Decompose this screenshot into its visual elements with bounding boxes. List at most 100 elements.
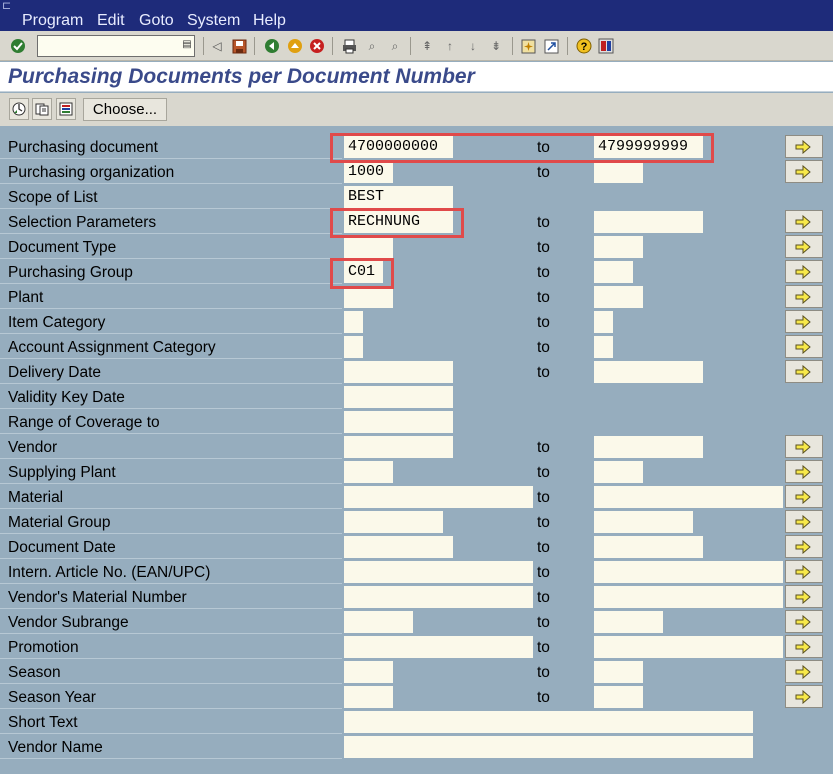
input-material-group-high[interactable]	[594, 511, 693, 533]
input-delivery-date-low[interactable]	[344, 361, 453, 383]
input-season-low[interactable]	[344, 661, 393, 683]
row-item-category: Item Category to	[0, 310, 833, 335]
multiple-selection-button-document-type[interactable]	[785, 235, 823, 258]
input-purchasing-organization-low[interactable]: 1000	[344, 161, 393, 183]
multiple-selection-button-item-category[interactable]	[785, 310, 823, 333]
shortcut-icon[interactable]	[542, 37, 560, 55]
menu-edit[interactable]: Edit	[97, 12, 125, 30]
multiple-selection-button-season-year[interactable]	[785, 685, 823, 708]
input-account-assignment-category-high[interactable]	[594, 336, 613, 358]
multiple-selection-button-material[interactable]	[785, 485, 823, 508]
to-label: to	[537, 339, 550, 356]
input-purchasing-document-low[interactable]: 4700000000	[344, 136, 453, 158]
multiple-selection-arrow-icon	[794, 264, 814, 279]
input-selection-parameters-low[interactable]: RECHNUNG	[344, 211, 453, 233]
choose-button[interactable]: Choose...	[83, 98, 167, 121]
input-material-group-low[interactable]	[344, 511, 443, 533]
input-plant-low[interactable]	[344, 286, 393, 308]
input-document-type-low[interactable]	[344, 236, 393, 258]
input-supplying-plant-high[interactable]	[594, 461, 643, 483]
help-icon[interactable]: ?	[575, 37, 593, 55]
input-purchasing-document-high[interactable]: 4799999999	[594, 136, 703, 158]
system-menu-icon[interactable]: ⊏	[2, 1, 16, 12]
multiple-selection-button-promotion[interactable]	[785, 635, 823, 658]
label-vendor: Vendor	[0, 437, 342, 459]
back-icon[interactable]	[263, 37, 281, 55]
input-season-year-low[interactable]	[344, 686, 393, 708]
input-document-date-high[interactable]	[594, 536, 703, 558]
cancel-icon[interactable]	[308, 37, 326, 55]
execute-icon[interactable]	[9, 98, 29, 120]
input-vendor-subrange-low[interactable]	[344, 611, 413, 633]
multiple-selection-button-account-assignment-category[interactable]	[785, 335, 823, 358]
input-document-date-low[interactable]	[344, 536, 453, 558]
input-intern-article-no-ean-upc-high[interactable]	[594, 561, 783, 583]
multiple-selection-button-season[interactable]	[785, 660, 823, 683]
input-material-high[interactable]	[594, 486, 783, 508]
input-document-type-high[interactable]	[594, 236, 643, 258]
input-material-low[interactable]	[344, 486, 533, 508]
input-season-high[interactable]	[594, 661, 643, 683]
command-history-icon[interactable]: ▤	[180, 35, 194, 55]
save-icon[interactable]	[230, 37, 248, 55]
input-plant-high[interactable]	[594, 286, 643, 308]
toolbar-separator	[332, 37, 333, 55]
create-session-icon[interactable]	[519, 37, 537, 55]
input-range-of-coverage-to-low[interactable]	[344, 411, 453, 433]
input-item-category-high[interactable]	[594, 311, 613, 333]
row-intern-article-no-ean-upc: Intern. Article No. (EAN/UPC) to	[0, 560, 833, 585]
multiple-selection-button-intern-article-no-ean-upc[interactable]	[785, 560, 823, 583]
input-delivery-date-high[interactable]	[594, 361, 703, 383]
input-purchasing-organization-high[interactable]	[594, 161, 643, 183]
multiple-selection-button-vendor-subrange[interactable]	[785, 610, 823, 633]
multiple-selection-button-document-date[interactable]	[785, 535, 823, 558]
input-short-text-low[interactable]	[344, 711, 753, 733]
input-season-year-high[interactable]	[594, 686, 643, 708]
input-account-assignment-category-low[interactable]	[344, 336, 363, 358]
layout-menu-icon[interactable]	[597, 37, 615, 55]
print-icon[interactable]	[340, 37, 358, 55]
input-validity-key-date-low[interactable]	[344, 386, 453, 408]
dynamic-selections-icon[interactable]	[56, 98, 76, 120]
input-promotion-high[interactable]	[594, 636, 783, 658]
to-label: to	[537, 514, 550, 531]
enter-icon[interactable]	[9, 37, 27, 55]
to-label: to	[537, 214, 550, 231]
command-field[interactable]	[37, 35, 195, 57]
menu-program[interactable]: Program	[22, 12, 83, 30]
label-purchasing-document: Purchasing document	[0, 137, 342, 159]
exit-icon[interactable]	[286, 37, 304, 55]
multiple-selection-button-vendor-s-material-number[interactable]	[785, 585, 823, 608]
multiple-selection-button-purchasing-group[interactable]	[785, 260, 823, 283]
get-variant-icon[interactable]	[32, 98, 52, 120]
multiple-selection-button-purchasing-organization[interactable]	[785, 160, 823, 183]
multiple-selection-button-delivery-date[interactable]	[785, 360, 823, 383]
multiple-selection-button-material-group[interactable]	[785, 510, 823, 533]
input-vendor-high[interactable]	[594, 436, 703, 458]
multiple-selection-button-purchasing-document[interactable]	[785, 135, 823, 158]
menu-system[interactable]: System	[187, 12, 240, 30]
row-season: Season to	[0, 660, 833, 685]
input-promotion-low[interactable]	[344, 636, 533, 658]
multiple-selection-button-selection-parameters[interactable]	[785, 210, 823, 233]
input-vendor-subrange-high[interactable]	[594, 611, 663, 633]
input-supplying-plant-low[interactable]	[344, 461, 393, 483]
input-vendor-name-low[interactable]	[344, 736, 753, 758]
input-vendor-s-material-number-low[interactable]	[344, 586, 533, 608]
multiple-selection-button-supplying-plant[interactable]	[785, 460, 823, 483]
menu-goto[interactable]: Goto	[139, 12, 174, 30]
input-vendor-s-material-number-high[interactable]	[594, 586, 783, 608]
input-selection-parameters-high[interactable]	[594, 211, 703, 233]
first-page-icon: ⇞	[421, 39, 433, 53]
previous-page-icon: ↑	[447, 39, 453, 53]
multiple-selection-button-vendor[interactable]	[785, 435, 823, 458]
input-scope-of-list-low[interactable]: BEST	[344, 186, 453, 208]
input-intern-article-no-ean-upc-low[interactable]	[344, 561, 533, 583]
input-vendor-low[interactable]	[344, 436, 453, 458]
input-purchasing-group-low[interactable]: C01	[344, 261, 383, 283]
input-purchasing-group-high[interactable]	[594, 261, 633, 283]
input-item-category-low[interactable]	[344, 311, 363, 333]
multiple-selection-button-plant[interactable]	[785, 285, 823, 308]
row-plant: Plant to	[0, 285, 833, 310]
menu-help[interactable]: Help	[253, 12, 286, 30]
